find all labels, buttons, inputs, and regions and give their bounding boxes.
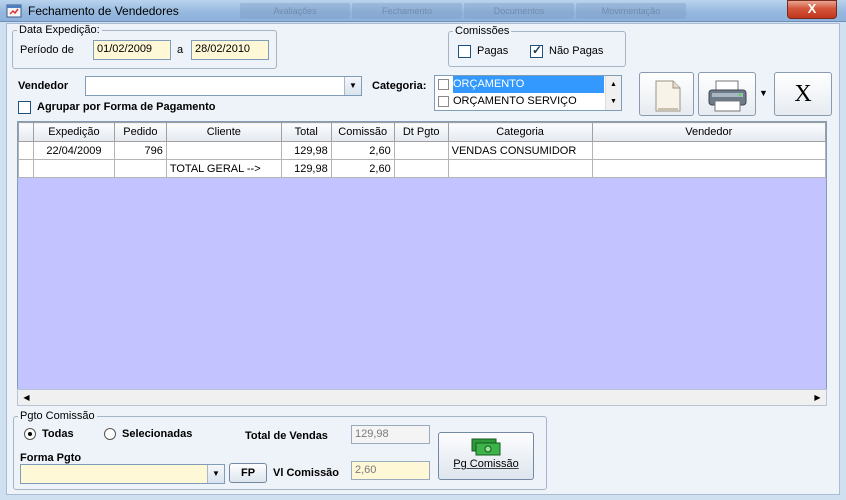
date-to-input[interactable]: 28/02/2010	[191, 40, 269, 60]
background-tab: Movimentação	[576, 3, 686, 19]
nao-pagas-label: Não Pagas	[549, 45, 604, 57]
comissoes-legend: Comissões	[455, 25, 510, 37]
close-icon: X	[794, 81, 812, 107]
pagas-label: Pagas	[477, 45, 509, 57]
col-dt-pgto[interactable]: Dt Pgto	[393, 122, 449, 142]
pgto-comissao-legend: Pgto Comissão	[20, 410, 95, 422]
categoria-item[interactable]: ORÇAMENTO	[436, 76, 606, 93]
data-expedicao-legend: Data Expedição:	[19, 24, 100, 36]
cell-pedido: 796	[113, 141, 167, 160]
scroll-right-icon[interactable]: ▶	[809, 390, 826, 405]
scroll-left-icon[interactable]: ◀	[18, 390, 35, 405]
window: Fechamento de Vendedores Avaliações Fech…	[0, 0, 846, 500]
cell-categoria	[447, 159, 593, 178]
agrupar-label: Agrupar por Forma de Pagamento	[37, 101, 216, 113]
pg-comissao-button[interactable]: Pg Comissão	[438, 432, 534, 480]
date-from-input[interactable]: 01/02/2009	[93, 40, 171, 60]
forma-pgto-select[interactable]: ▼	[20, 464, 225, 484]
close-form-button[interactable]: X	[774, 72, 832, 116]
row-indicator-header	[18, 122, 34, 142]
window-close-button[interactable]: X	[787, 0, 837, 19]
categoria-item[interactable]: ORÇAMENTO SERVIÇO	[436, 93, 606, 110]
cell-comissao: 2,60	[330, 141, 395, 160]
categoria-checkbox[interactable]	[438, 96, 449, 107]
vl-comissao-label: Vl Comissão	[273, 467, 340, 479]
cell-expedicao: 22/04/2009	[32, 141, 115, 160]
selecionadas-radio[interactable]	[104, 428, 116, 440]
row-indicator	[18, 159, 34, 178]
categoria-checkbox[interactable]	[438, 79, 449, 90]
scroll-down-icon[interactable]: ▼	[606, 93, 621, 110]
background-tabs: Avaliações Fechamento Documentos Movimen…	[240, 3, 686, 19]
categoria-scrollbar[interactable]: ▲ ▼	[605, 76, 621, 110]
categoria-list[interactable]: ORÇAMENTO ORÇAMENTO SERVIÇO ▲ ▼	[434, 75, 622, 111]
pg-comissao-label: Pg Comissão	[453, 458, 519, 470]
col-pedido[interactable]: Pedido	[113, 122, 167, 142]
total-vendas-label: Total de Vendas	[245, 430, 328, 442]
col-comissao[interactable]: Comissão	[330, 122, 395, 142]
grid-header-row: Expedição Pedido Cliente Total Comissão …	[18, 122, 826, 142]
print-options-chevron-icon[interactable]: ▼	[759, 88, 768, 98]
fp-button[interactable]: FP	[229, 463, 267, 483]
col-categoria[interactable]: Categoria	[447, 122, 593, 142]
money-icon	[471, 438, 501, 456]
agrupar-checkbox[interactable]	[18, 101, 31, 114]
categoria-item-label: ORÇAMENTO	[453, 76, 604, 93]
chevron-down-icon[interactable]: ▼	[344, 77, 361, 95]
cell-comissao: 2,60	[330, 159, 395, 178]
app-icon	[6, 4, 22, 18]
nao-pagas-checkbox[interactable]	[530, 43, 543, 58]
col-cliente[interactable]: Cliente	[165, 122, 282, 142]
table-row[interactable]: 22/04/2009 796 129,98 2,60 VENDAS CONSUM…	[18, 141, 826, 160]
selecionadas-label: Selecionadas	[122, 428, 193, 440]
col-total[interactable]: Total	[280, 122, 332, 142]
cell-total: 129,98	[280, 159, 332, 178]
document-icon	[655, 80, 681, 112]
form-body: Data Expedição: Período de 01/02/2009 a …	[6, 23, 840, 495]
cell-expedicao	[32, 159, 115, 178]
background-tab: Documentos	[464, 3, 574, 19]
table-row-total[interactable]: TOTAL GERAL --> 129,98 2,60	[18, 159, 826, 178]
total-vendas-field: 129,98	[351, 425, 430, 444]
row-indicator	[18, 141, 34, 160]
cell-vendedor	[591, 159, 826, 178]
background-tab: Fechamento	[352, 3, 462, 19]
vendas-grid[interactable]: Expedição Pedido Cliente Total Comissão …	[17, 121, 827, 406]
title-bar: Fechamento de Vendedores Avaliações Fech…	[0, 0, 846, 22]
cell-pedido	[113, 159, 167, 178]
todas-radio[interactable]	[24, 428, 36, 440]
grid-horizontal-scrollbar[interactable]: ◀ ▶	[17, 389, 827, 406]
cell-cliente: TOTAL GERAL -->	[165, 159, 282, 178]
date-separator: a	[177, 44, 184, 56]
print-button[interactable]	[698, 72, 756, 116]
scroll-up-icon[interactable]: ▲	[606, 76, 621, 93]
periodo-label: Período de	[20, 44, 74, 56]
window-title: Fechamento de Vendedores	[28, 4, 179, 18]
forma-pgto-label: Forma Pgto	[20, 452, 82, 464]
background-tab: Avaliações	[240, 3, 350, 19]
todas-label: Todas	[42, 428, 74, 440]
col-vendedor[interactable]: Vendedor	[591, 122, 826, 142]
cell-cliente	[165, 141, 282, 160]
vendedor-label: Vendedor	[18, 80, 69, 92]
categoria-item-label: ORÇAMENTO SERVIÇO	[453, 95, 577, 107]
new-document-button[interactable]	[639, 72, 694, 116]
vl-comissao-field: 2,60	[351, 461, 430, 480]
cell-total: 129,98	[280, 141, 332, 160]
cell-categoria: VENDAS CONSUMIDOR	[447, 141, 593, 160]
printer-icon	[708, 80, 747, 112]
pagas-checkbox[interactable]	[458, 45, 471, 58]
cell-dt-pgto	[393, 159, 449, 178]
col-expedicao[interactable]: Expedição	[32, 122, 115, 142]
cell-vendedor	[591, 141, 826, 160]
vendas-table: Expedição Pedido Cliente Total Comissão …	[18, 122, 826, 178]
categoria-label: Categoria:	[372, 80, 427, 92]
cell-dt-pgto	[393, 141, 449, 160]
vendedor-select[interactable]: ▼	[85, 76, 362, 96]
chevron-down-icon[interactable]: ▼	[207, 465, 224, 483]
